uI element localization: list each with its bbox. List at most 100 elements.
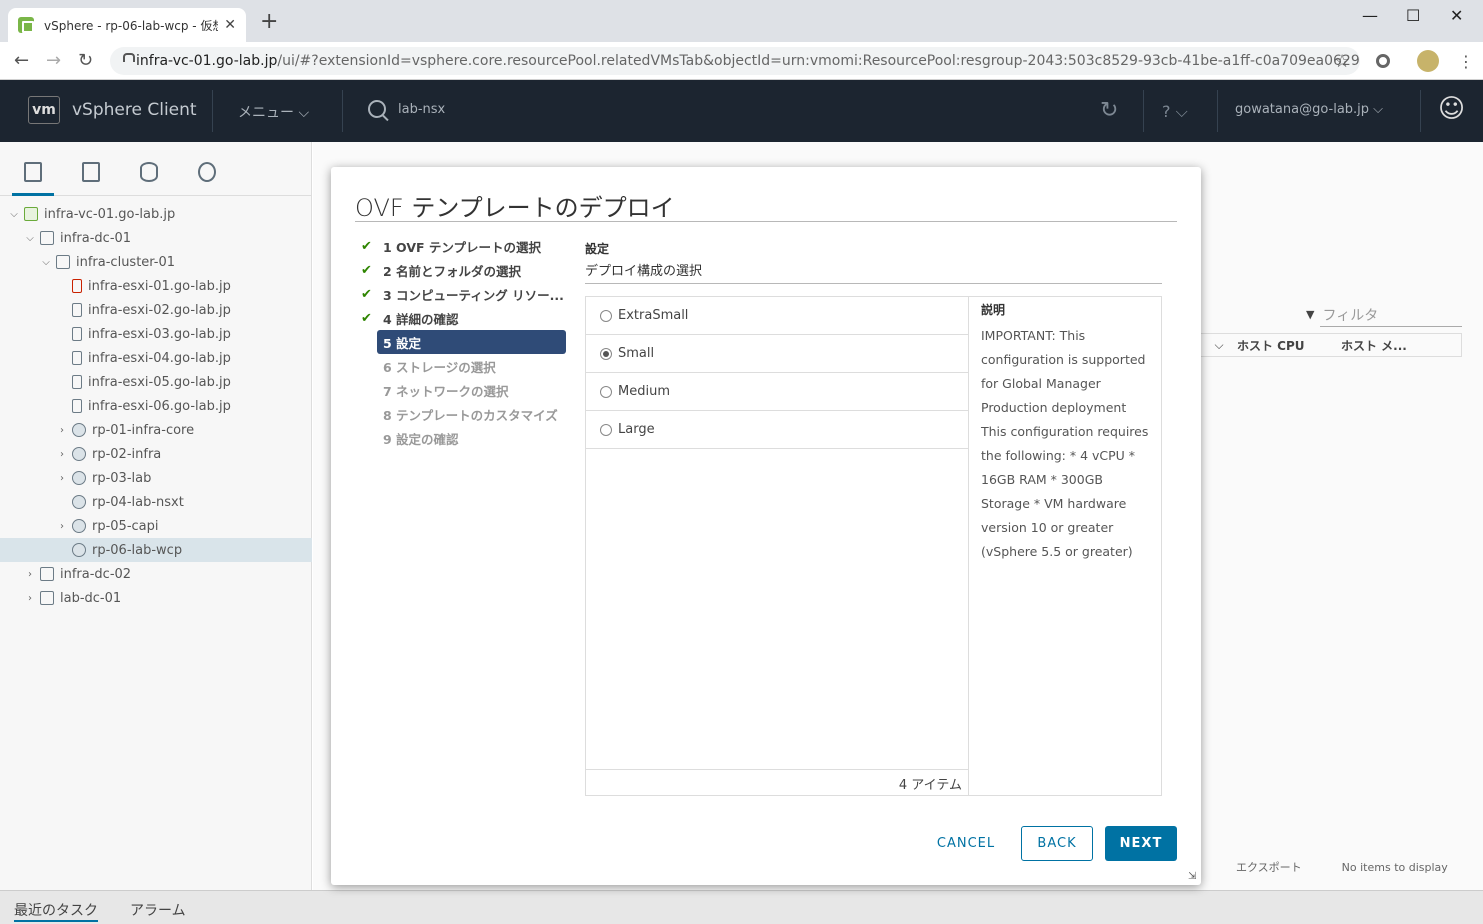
- tab-alarms[interactable]: アラーム: [130, 900, 186, 920]
- tree-item[interactable]: › rp-05-capi: [0, 514, 312, 538]
- wizard-step-label: 7 ネットワークの選択: [383, 383, 509, 399]
- tree-item[interactable]: rp-04-lab-nsxt: [0, 490, 312, 514]
- tree-item[interactable]: infra-esxi-05.go-lab.jp: [0, 370, 312, 394]
- expand-toggle-icon[interactable]: ⌵: [24, 233, 36, 244]
- column-menu-icon[interactable]: ⌵: [1201, 338, 1237, 353]
- wizard-step[interactable]: ✔ 4 詳細の確認: [361, 306, 569, 330]
- wizard-step[interactable]: ✔ 3 コンピューティング リソー...: [361, 282, 569, 306]
- hosts-clusters-icon[interactable]: [24, 162, 42, 182]
- tree-item[interactable]: infra-esxi-06.go-lab.jp: [0, 394, 312, 418]
- inventory-tree: ⌵ infra-vc-01.go-lab.jp ⌵ infra-dc-01 ⌵ infra…: [0, 202, 312, 610]
- menu-dropdown[interactable]: メニュー ⌵: [238, 102, 309, 122]
- tab-recent-tasks[interactable]: 最近のタスク: [14, 900, 98, 922]
- export-button[interactable]: エクスポート: [1200, 859, 1302, 875]
- tree-item[interactable]: › lab-dc-01: [0, 586, 312, 610]
- tree-item[interactable]: › infra-dc-02: [0, 562, 312, 586]
- datacenter-icon: [40, 567, 54, 581]
- expand-toggle-icon[interactable]: ⌵: [40, 257, 52, 268]
- radio-button[interactable]: [600, 423, 612, 436]
- expand-toggle-icon[interactable]: ›: [56, 449, 68, 460]
- wizard-step[interactable]: ✔ 1 OVF テンプレートの選択: [361, 234, 569, 258]
- tree-item[interactable]: infra-esxi-01.go-lab.jp: [0, 274, 312, 298]
- cancel-button[interactable]: CANCEL: [930, 826, 1002, 861]
- url-bar[interactable]: infra-vc-01.go-lab.jp /ui/#?extensionId=…: [110, 47, 1360, 75]
- tree-item[interactable]: ⌵ infra-vc-01.go-lab.jp: [0, 202, 312, 226]
- browser-menu-icon[interactable]: ⋮: [1458, 52, 1474, 71]
- wizard-step[interactable]: ✔ 2 名前とフォルダの選択: [361, 258, 569, 282]
- tree-item[interactable]: infra-esxi-02.go-lab.jp: [0, 298, 312, 322]
- new-tab-button[interactable]: +: [260, 11, 278, 33]
- refresh-icon[interactable]: ↻: [1100, 98, 1118, 123]
- tree-item[interactable]: › rp-02-infra: [0, 442, 312, 466]
- tree-item[interactable]: rp-06-lab-wcp: [0, 538, 312, 562]
- bottom-panel: [0, 890, 1483, 924]
- help-icon[interactable]: ? ⌵: [1162, 102, 1188, 122]
- tree-item-label: infra-esxi-01.go-lab.jp: [88, 278, 231, 294]
- tree-item-label: infra-esxi-05.go-lab.jp: [88, 374, 231, 390]
- col-host-mem[interactable]: ホスト メ...: [1341, 337, 1445, 354]
- expand-toggle-icon[interactable]: ›: [24, 569, 36, 580]
- tree-item-label: rp-05-capi: [92, 518, 159, 534]
- extension-icon[interactable]: [1376, 54, 1390, 68]
- tree-item[interactable]: infra-esxi-03.go-lab.jp: [0, 322, 312, 346]
- filter-placeholder: フィルタ: [1322, 308, 1379, 324]
- config-option-label: Small: [618, 346, 655, 361]
- tab-close-icon[interactable]: ✕: [224, 17, 236, 33]
- vms-templates-icon[interactable]: [82, 162, 100, 182]
- maximize-button[interactable]: ☐: [1406, 6, 1420, 25]
- config-option-row[interactable]: Small: [586, 335, 968, 373]
- expand-toggle-icon[interactable]: ›: [56, 473, 68, 484]
- radio-button[interactable]: [600, 309, 612, 322]
- config-option-row[interactable]: Large: [586, 411, 968, 449]
- resource-pool-icon: [72, 423, 86, 437]
- profile-avatar[interactable]: [1417, 50, 1439, 72]
- col-host-cpu[interactable]: ホスト CPU: [1237, 337, 1341, 354]
- radio-button[interactable]: [600, 385, 612, 398]
- wizard-step-label: 1 OVF テンプレートの選択: [383, 239, 542, 255]
- tree-item-label: infra-esxi-02.go-lab.jp: [88, 302, 231, 318]
- global-search[interactable]: lab-nsx: [368, 100, 445, 118]
- browser-tab[interactable]: vSphere - rp-06-lab-wcp - 仮想マ ✕: [8, 8, 246, 42]
- network-icon[interactable]: [198, 162, 216, 182]
- forward-arrow-icon[interactable]: →: [46, 50, 61, 71]
- dialog-title: OVF テンプレートのデプロイ: [355, 194, 675, 222]
- vcenter-icon: [24, 207, 38, 221]
- expand-toggle-icon[interactable]: ›: [56, 425, 68, 436]
- host-icon: [72, 351, 82, 365]
- expand-toggle-icon[interactable]: ›: [56, 521, 68, 532]
- back-arrow-icon[interactable]: ←: [14, 50, 29, 71]
- config-option-row[interactable]: ExtraSmall: [586, 297, 968, 335]
- wizard-step[interactable]: 5 設定: [377, 330, 566, 354]
- tree-item[interactable]: › rp-03-lab: [0, 466, 312, 490]
- minimize-button[interactable]: —: [1362, 6, 1378, 25]
- wizard-step-label: 3 コンピューティング リソー...: [383, 287, 564, 303]
- back-button[interactable]: BACK: [1021, 826, 1093, 861]
- feedback-smiley-icon[interactable]: ☺: [1438, 94, 1465, 124]
- tree-item[interactable]: ⌵ infra-cluster-01: [0, 250, 312, 274]
- radio-button[interactable]: [600, 347, 612, 360]
- wizard-steps: ✔ 1 OVF テンプレートの選択 ✔ 2 名前とフォルダの選択 ✔ 3 コンピューティン…: [361, 234, 569, 450]
- check-icon: ✔: [361, 262, 372, 278]
- tree-item-label: infra-esxi-06.go-lab.jp: [88, 398, 231, 414]
- expand-toggle-icon[interactable]: ›: [24, 593, 36, 604]
- next-button[interactable]: NEXT: [1105, 826, 1177, 861]
- tree-item-label: infra-dc-01: [60, 230, 132, 246]
- expand-toggle-icon[interactable]: ⌵: [8, 209, 20, 220]
- host-icon: [72, 399, 82, 413]
- bookmark-star-icon[interactable]: ☆: [1334, 51, 1350, 72]
- filter-box[interactable]: ▼ フィルタ: [1306, 305, 1378, 325]
- tree-item[interactable]: infra-esxi-04.go-lab.jp: [0, 346, 312, 370]
- tree-item-label: rp-01-infra-core: [92, 422, 195, 438]
- header-divider: [1217, 90, 1218, 132]
- window-close-button[interactable]: ✕: [1450, 6, 1463, 25]
- tree-item[interactable]: › rp-01-infra-core: [0, 418, 312, 442]
- reload-icon[interactable]: ↻: [78, 50, 93, 71]
- title-divider: [355, 221, 1177, 222]
- config-option-row[interactable]: Medium: [586, 373, 968, 411]
- user-menu[interactable]: gowatana@go-lab.jp ⌵: [1235, 102, 1383, 117]
- storage-icon[interactable]: [140, 162, 158, 182]
- vm-logo: vm: [28, 96, 60, 124]
- tree-item[interactable]: ⌵ infra-dc-01: [0, 226, 312, 250]
- tree-item-label: infra-vc-01.go-lab.jp: [44, 206, 176, 222]
- resize-grip-icon[interactable]: ⇲: [1188, 871, 1196, 882]
